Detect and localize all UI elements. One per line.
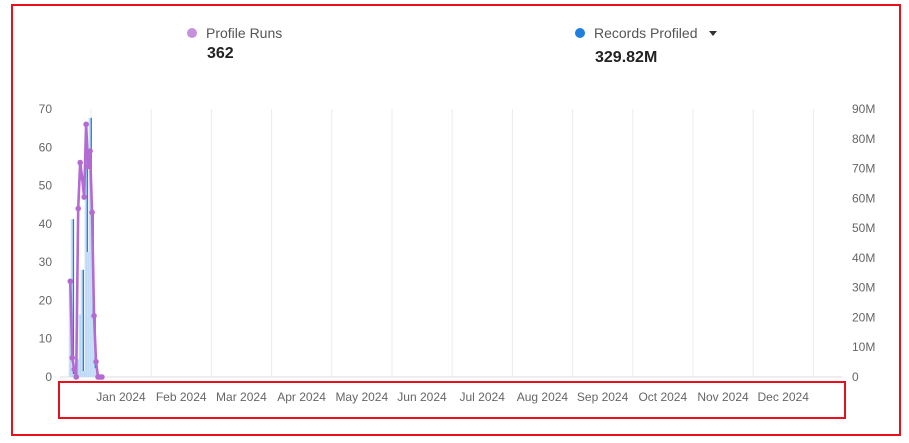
x-tick-label: Aug 2024 xyxy=(517,390,569,404)
y-left-tick-label: 30 xyxy=(39,255,53,269)
profile-runs-point xyxy=(71,366,78,373)
y-right-tick-label: 20M xyxy=(852,310,875,324)
profile-runs-point xyxy=(99,374,105,380)
y-left-tick-label: 60 xyxy=(39,140,53,154)
x-tick-label: Apr 2024 xyxy=(277,390,326,404)
profile-runs-point xyxy=(69,355,76,361)
y-right-tick-label: 90M xyxy=(852,102,875,116)
x-tick-label: Nov 2024 xyxy=(697,390,749,404)
y-right-tick-label: 0 xyxy=(852,370,859,384)
y-right-tick-label: 40M xyxy=(852,251,875,265)
x-tick-label: Jan 2024 xyxy=(96,390,146,404)
chart-plot: 0 10 20 30 40 50 60 70 0 10M 20M 30M 40M 50M 60M 70M 80M… xyxy=(39,102,876,404)
y-left-tick-label: 50 xyxy=(39,179,53,193)
profile-runs-point xyxy=(81,194,87,200)
y-left-tick-label: 40 xyxy=(39,217,53,231)
x-tick-label: Jun 2024 xyxy=(397,390,447,404)
y-right-tick-label: 80M xyxy=(852,132,875,146)
y-right-tick-label: 70M xyxy=(852,162,875,176)
profile-runs-point xyxy=(93,358,99,365)
x-tick-label: Mar 2024 xyxy=(216,390,267,404)
x-tick-label: Jul 2024 xyxy=(460,390,506,404)
y-left-tick-label: 20 xyxy=(39,293,53,307)
x-tick-label: Sep 2024 xyxy=(577,390,629,404)
y-right-tick-label: 50M xyxy=(852,221,875,235)
profile-runs-point xyxy=(91,312,97,319)
profile-runs-point xyxy=(83,121,89,128)
profile-runs-point xyxy=(89,209,95,216)
profile-runs-point xyxy=(87,148,93,154)
x-tick-label: Oct 2024 xyxy=(638,390,687,404)
x-tick-label: Feb 2024 xyxy=(156,390,207,404)
x-tick-label: Dec 2024 xyxy=(758,390,810,404)
profile-runs-point xyxy=(85,163,91,170)
y-right-tick-label: 10M xyxy=(852,340,875,354)
profile-runs-point xyxy=(67,278,74,285)
y-left-tick-label: 10 xyxy=(39,332,53,346)
profile-runs-point xyxy=(75,205,81,212)
y-left-tick-label: 0 xyxy=(45,370,52,384)
profile-runs-point xyxy=(73,374,80,380)
x-tick-label: May 2024 xyxy=(335,390,388,404)
y-right-tick-label: 60M xyxy=(852,191,875,205)
profile-runs-point xyxy=(77,159,83,166)
profile-runs-point xyxy=(79,175,85,181)
y-right-tick-label: 30M xyxy=(852,281,875,295)
y-left-tick-label: 70 xyxy=(39,102,53,116)
